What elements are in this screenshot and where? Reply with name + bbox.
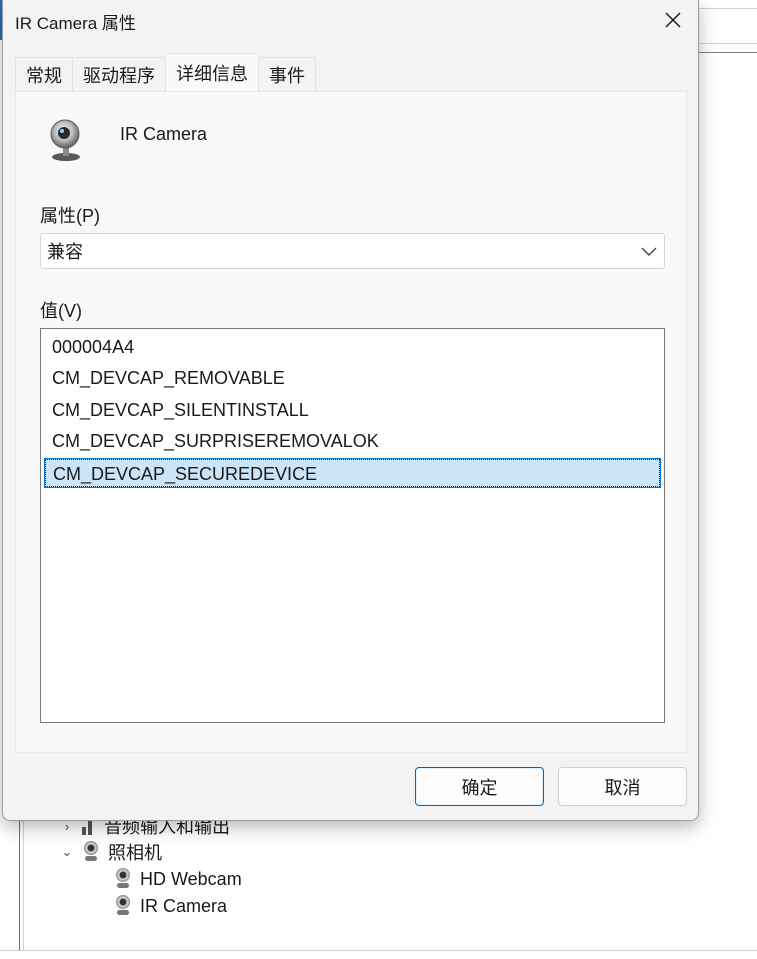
tree-item-label: IR Camera [140, 895, 228, 916]
property-dropdown[interactable]: 兼容 [40, 233, 665, 269]
toolbar-divider [698, 52, 757, 53]
webcam-icon [50, 119, 80, 161]
toolbar-field [698, 8, 757, 44]
close-button[interactable] [648, 0, 698, 40]
close-icon [665, 12, 681, 28]
camera-icon [114, 868, 132, 890]
tree-item-ir-camera[interactable]: IR Camera [114, 893, 227, 919]
tree-item-hd-webcam[interactable]: HD Webcam [114, 866, 242, 892]
property-label: 属性(P) [40, 206, 100, 226]
list-item[interactable]: 000004A4 [44, 332, 661, 362]
list-item-selected[interactable]: CM_DEVCAP_SECUREDEVICE [44, 458, 661, 488]
value-list[interactable]: 000004A4 CM_DEVCAP_REMOVABLE CM_DEVCAP_S… [40, 328, 665, 723]
properties-dialog: IR Camera 属性 常规 驱动程序 详细信息 事件 IR Camera 属… [2, 0, 699, 821]
tab-details[interactable]: 详细信息 [165, 53, 259, 91]
camera-icon [82, 841, 100, 863]
tree-item-label: HD Webcam [140, 868, 242, 889]
device-name: IR Camera [120, 124, 208, 144]
list-item[interactable]: CM_DEVCAP_SILENTINSTALL [44, 395, 661, 425]
list-item[interactable]: CM_DEVCAP_REMOVABLE [44, 363, 661, 393]
tree-item-label: 照相机 [108, 843, 162, 863]
dialog-title: IR Camera 属性 [15, 14, 136, 33]
camera-icon [114, 895, 132, 917]
tab-label: 详细信息 [176, 63, 248, 84]
property-selected-value: 兼容 [47, 242, 83, 262]
cancel-button[interactable]: 取消 [558, 767, 687, 806]
chevron-down-icon[interactable]: ⌄ [60, 844, 74, 860]
value-label: 值(V) [40, 301, 82, 321]
list-item[interactable]: CM_DEVCAP_SURPRISEREMOVALOK [44, 426, 661, 456]
tree-item-cameras[interactable]: ⌄ 照相机 [60, 839, 162, 865]
chevron-down-icon [641, 247, 657, 256]
tab-events[interactable]: 事件 [258, 57, 316, 91]
tab-label: 事件 [269, 65, 305, 86]
title-bar[interactable]: IR Camera 属性 [3, 0, 698, 40]
tab-strip: 常规 驱动程序 详细信息 事件 [15, 53, 316, 91]
tab-general[interactable]: 常规 [15, 57, 73, 91]
tab-driver[interactable]: 驱动程序 [72, 57, 166, 91]
tab-label: 驱动程序 [83, 65, 155, 86]
status-divider [0, 950, 757, 951]
tab-label: 常规 [26, 65, 62, 86]
details-panel: IR Camera 属性(P) 兼容 值(V) 000004A4 CM_DEVC… [15, 91, 687, 753]
ok-button[interactable]: 确定 [415, 767, 544, 806]
